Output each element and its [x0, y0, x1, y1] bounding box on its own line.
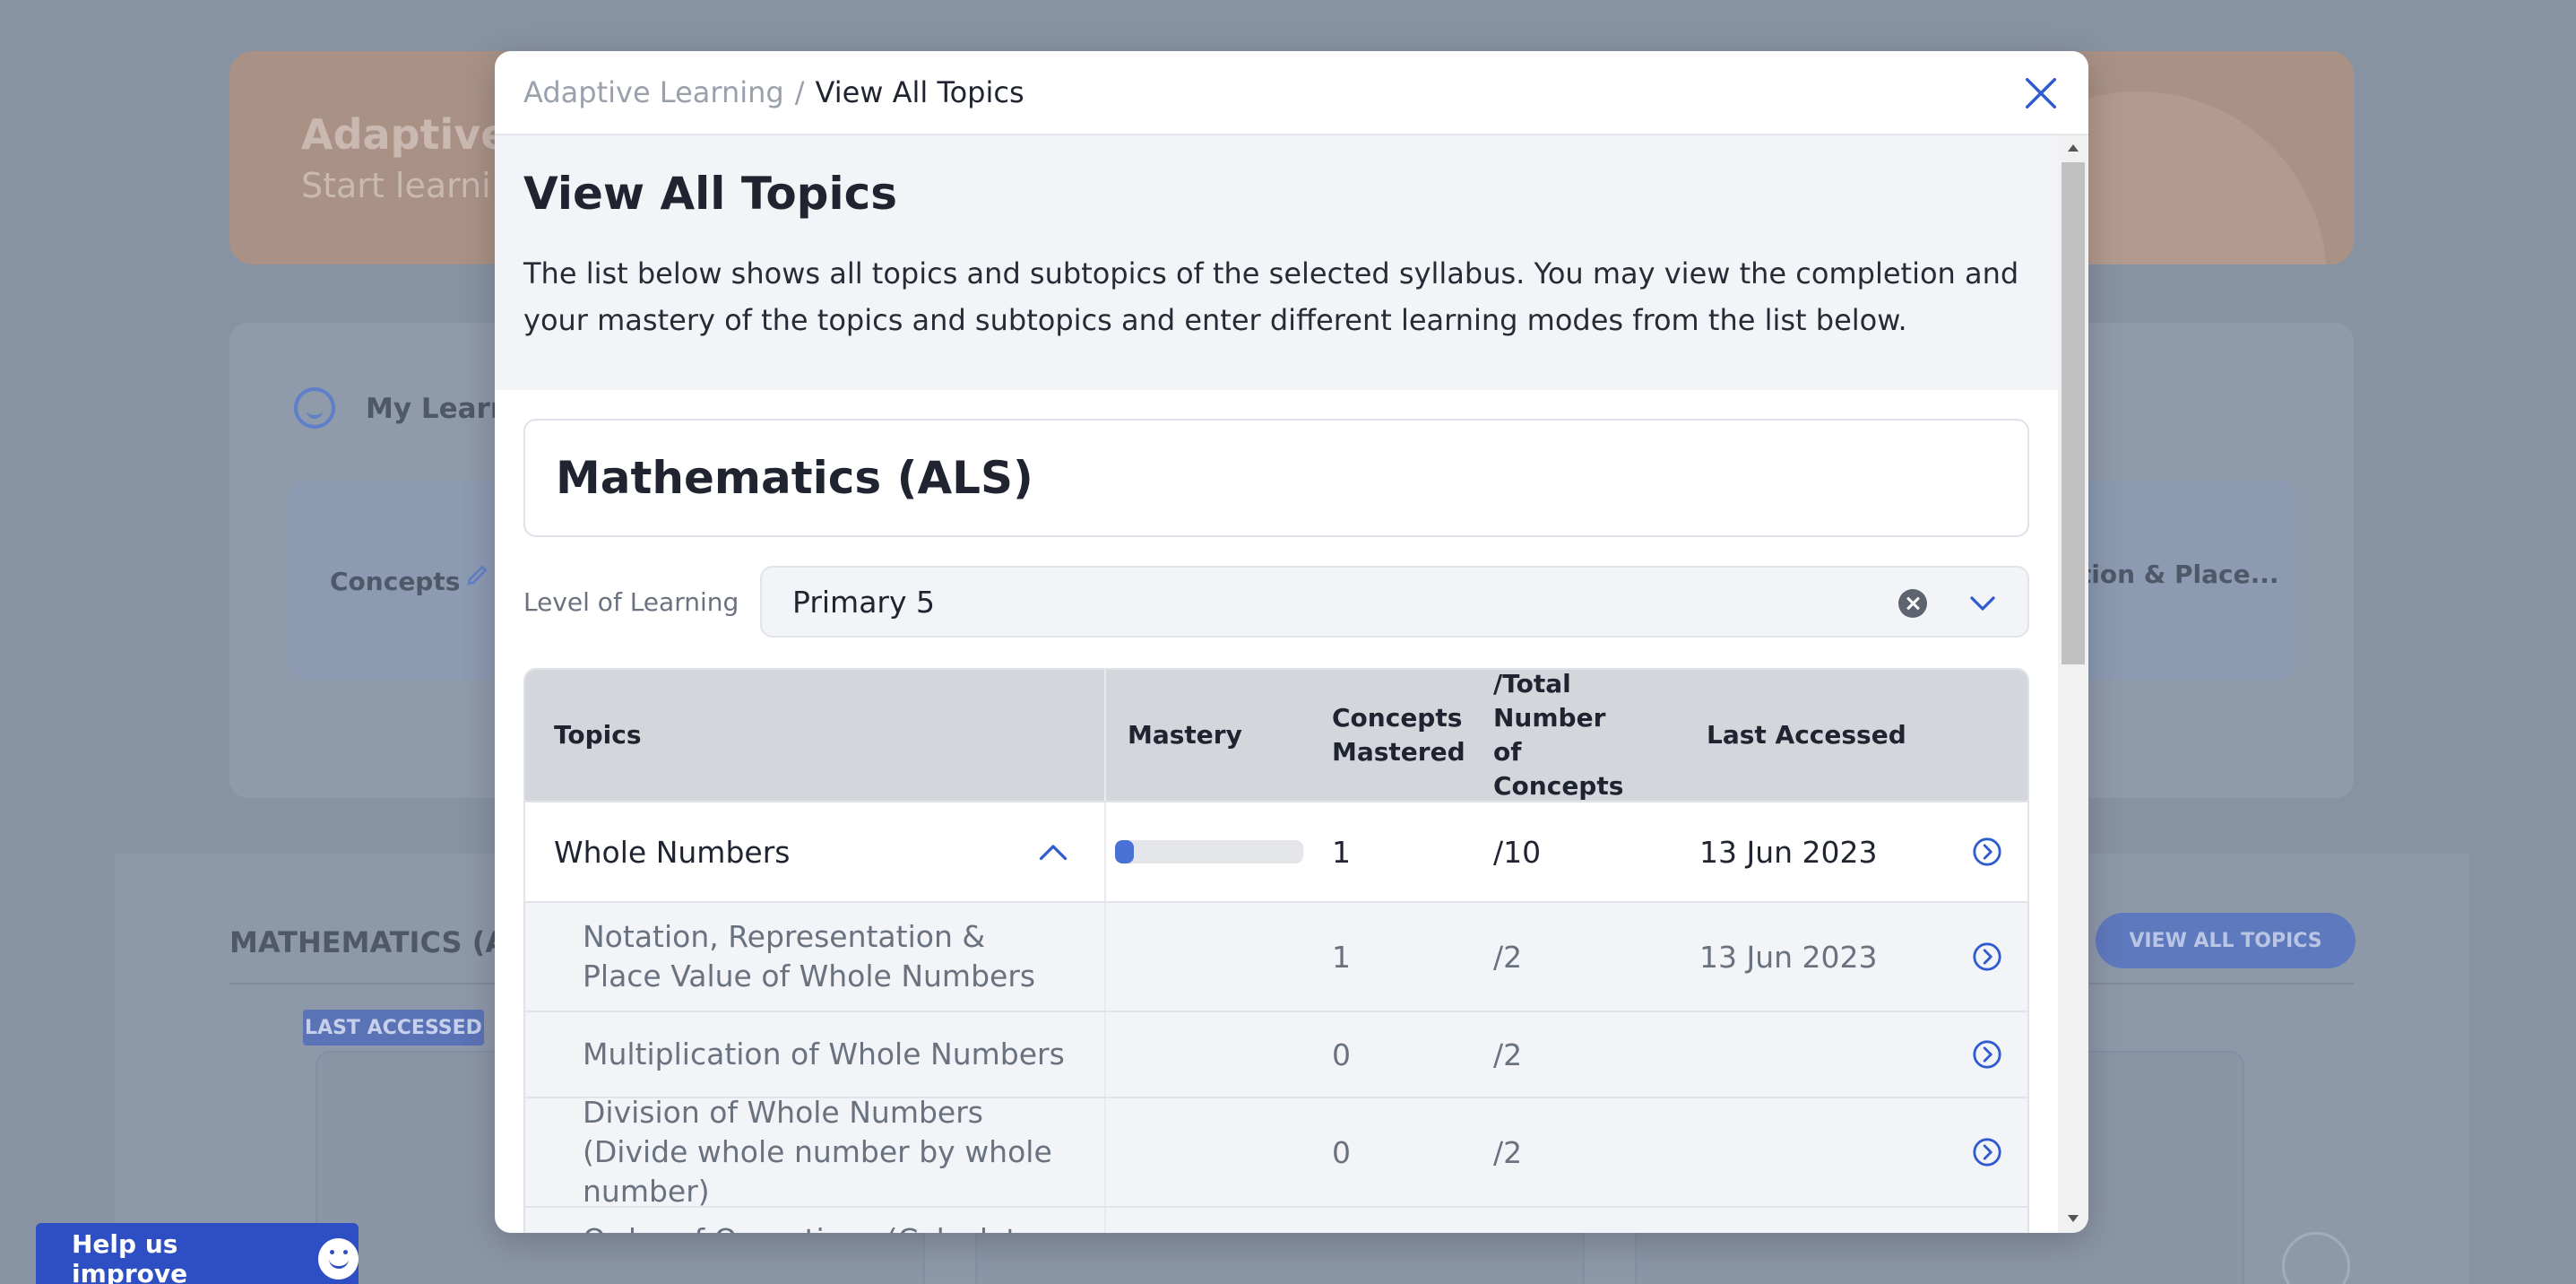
mastery-cell — [1106, 1012, 1323, 1097]
intro-section: View All Topics The list below shows all… — [495, 135, 2058, 390]
arrow-right-circle-icon[interactable] — [1972, 837, 2002, 867]
arrow-right-circle-icon[interactable] — [1972, 1137, 2002, 1167]
header-spacer — [1923, 670, 2027, 801]
pencil-icon — [467, 565, 488, 586]
subtopic-name: Notation, Representation & Place Value o… — [525, 903, 1106, 1011]
go-cell — [1923, 903, 2027, 1011]
subtopic-name: Multiplication of Whole Numbers — [525, 1012, 1106, 1097]
last-accessed-cell — [1689, 1098, 1923, 1206]
panel-title: My Learn — [366, 393, 510, 425]
clear-icon[interactable] — [1898, 589, 1927, 618]
level-label: Level of Learning — [523, 586, 739, 617]
mastery-cell — [1106, 903, 1323, 1011]
next-arrow-icon — [2282, 1232, 2350, 1284]
scrollbar[interactable] — [2058, 135, 2088, 1233]
topics-content: Mathematics (ALS) Level of Learning Prim… — [495, 390, 2058, 1233]
arrow-right-circle-icon[interactable] — [1972, 941, 2002, 972]
level-select[interactable]: Primary 5 — [760, 566, 2029, 638]
header-last-accessed: Last Accessed — [1707, 720, 1906, 750]
subtopic-name: Division of Whole Numbers (Divide whole … — [525, 1095, 1106, 1209]
hero-subtitle: Start learni — [301, 166, 491, 205]
go-cell — [1923, 802, 2027, 901]
breadcrumb-root[interactable]: Adaptive Learning — [523, 75, 784, 109]
breadcrumb: Adaptive Learning / View All Topics — [495, 51, 2088, 135]
mastery-progress-bar — [1115, 840, 1303, 863]
last-accessed-cell — [1689, 1012, 1923, 1097]
total-cell: /10 — [1493, 834, 1542, 870]
mastered-cell: 1 — [1332, 939, 1351, 975]
mastered-cell: 1 — [1332, 834, 1351, 870]
table-header: Topics Mastery Concepts Mastered /Total … — [525, 670, 2027, 801]
panel-card-topic: ation & Place... — [2062, 560, 2279, 589]
help-label: Help us improve — [72, 1229, 188, 1284]
header-topics: Topics — [525, 670, 1106, 801]
scroll-up-arrow-icon[interactable] — [2068, 144, 2079, 152]
subtopic-row[interactable]: Notation, Representation & Place Value o… — [525, 901, 2027, 1011]
hero-title: Adaptive — [301, 110, 509, 159]
total-cell: /2 — [1493, 1134, 1523, 1170]
total-cell: /2 — [1493, 1037, 1523, 1072]
close-icon[interactable] — [2020, 73, 2062, 114]
smiley-icon — [317, 1238, 359, 1280]
mastered-cell: 0 — [1332, 1037, 1351, 1072]
mastery-cell — [1106, 1098, 1323, 1206]
mastery-progress-fill — [1115, 840, 1134, 863]
header-total-concepts: /Total Number of Concepts — [1493, 669, 1624, 801]
last-accessed-cell: 13 Jun 2023 — [1699, 939, 1878, 975]
concepts-label: Concepts — [330, 567, 461, 596]
breadcrumb-separator: / — [794, 75, 805, 109]
go-cell — [1923, 1012, 2027, 1097]
last-accessed-badge: LAST ACCESSED — [303, 1010, 484, 1045]
subtopic-name: Order of Operations (Calculate — [525, 1208, 1106, 1233]
last-accessed-cell: 13 Jun 2023 — [1699, 834, 1878, 870]
smiley-icon — [294, 387, 335, 429]
header-concepts-mastered: Concepts Mastered — [1332, 703, 1465, 767]
breadcrumb-current: View All Topics — [815, 75, 1024, 109]
level-row: Level of Learning Primary 5 — [523, 566, 2029, 638]
topics-table: Topics Mastery Concepts Mastered /Total … — [523, 668, 2029, 1233]
topic-name: Whole Numbers — [554, 834, 791, 870]
level-value: Primary 5 — [792, 584, 936, 620]
mastered-cell: 0 — [1332, 1134, 1351, 1170]
total-cell: /2 — [1493, 939, 1523, 975]
subtopic-row[interactable]: Order of Operations (Calculate — [525, 1206, 2027, 1233]
chevron-down-icon[interactable] — [1965, 587, 2001, 620]
view-all-topics-button: VIEW ALL TOPICS — [2096, 913, 2356, 968]
topic-row[interactable]: Whole Numbers 1 /10 13 Jun 2023 — [525, 801, 2027, 901]
scroll-thumb[interactable] — [2062, 162, 2085, 664]
section-title: MATHEMATICS (AL — [229, 925, 526, 959]
page-description: The list below shows all topics and subt… — [523, 256, 2019, 337]
subject-title: Mathematics (ALS) — [523, 419, 2029, 537]
subtopic-row[interactable]: Division of Whole Numbers (Divide whole … — [525, 1095, 2027, 1209]
topic-cell: Whole Numbers — [525, 802, 1106, 901]
page-title: View All Topics — [523, 168, 897, 220]
chevron-up-icon[interactable] — [1036, 838, 1070, 865]
modal-body: View All Topics The list below shows all… — [495, 135, 2058, 1233]
view-all-topics-modal: Adaptive Learning / View All Topics View… — [495, 51, 2088, 1233]
go-cell — [1923, 1098, 2027, 1206]
header-mastery: Mastery — [1128, 720, 1242, 750]
subtopic-row[interactable]: Multiplication of Whole Numbers 0 /2 — [525, 1011, 2027, 1097]
mastery-cell — [1106, 802, 1323, 901]
scroll-down-arrow-icon[interactable] — [2068, 1215, 2079, 1222]
help-us-improve-button[interactable]: Help us improve — [36, 1223, 359, 1284]
arrow-right-circle-icon[interactable] — [1972, 1039, 2002, 1070]
